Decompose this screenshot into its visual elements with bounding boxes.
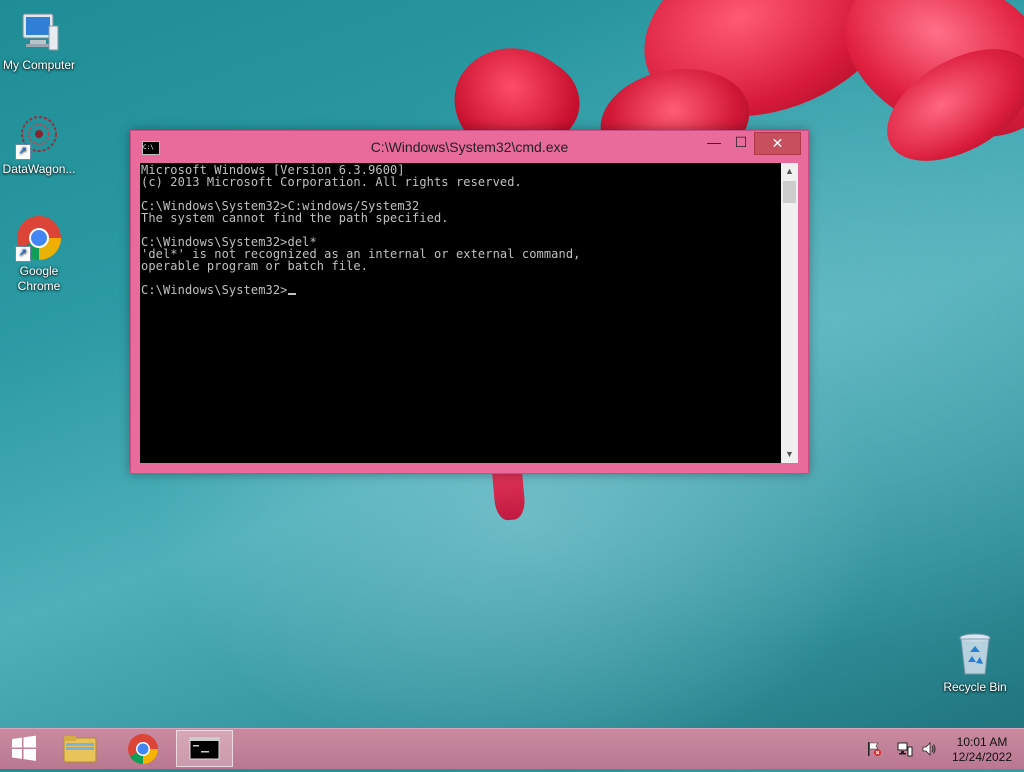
- maximize-button[interactable]: ☐: [728, 132, 754, 153]
- cmd-icon: [189, 737, 220, 760]
- wallpaper-flower-stem: [491, 466, 527, 522]
- taskbar-file-explorer[interactable]: [52, 730, 108, 767]
- taskbar: 10:01 AM 12/24/2022: [0, 728, 1024, 769]
- folder-icon: [63, 736, 97, 763]
- console-line: The system cannot find the path specifie…: [141, 211, 449, 225]
- close-button[interactable]: ✕: [754, 132, 801, 155]
- cmd-window[interactable]: C:\ C:\Windows\System32\cmd.exe — ☐ ✕ Mi…: [130, 130, 809, 474]
- desktop-icon-datawagon[interactable]: ↗ DataWagon...: [1, 112, 77, 177]
- desktop-icon-my-computer[interactable]: My Computer: [1, 8, 77, 73]
- network-icon[interactable]: [897, 741, 913, 757]
- desktop-icon-label: DataWagon...: [2, 162, 76, 176]
- windows-logo-icon: [12, 735, 36, 761]
- shortcut-arrow-icon: ↗: [15, 246, 31, 262]
- computer-icon: [15, 8, 63, 56]
- volume-icon[interactable]: [921, 741, 937, 757]
- text-cursor: [287, 293, 296, 295]
- minimize-button[interactable]: —: [701, 132, 727, 153]
- taskbar-clock[interactable]: 10:01 AM 12/24/2022: [944, 735, 1020, 765]
- scroll-down-arrow-icon[interactable]: ▼: [781, 446, 798, 463]
- recycle-bin-icon: [951, 630, 999, 678]
- desktop-icon-google-chrome[interactable]: ↗ Google Chrome: [1, 214, 77, 294]
- vertical-scrollbar[interactable]: ▲ ▼: [781, 163, 798, 463]
- taskbar-command-prompt[interactable]: [176, 730, 233, 767]
- start-button[interactable]: [0, 730, 48, 767]
- action-center-flag-icon[interactable]: [866, 741, 882, 757]
- console-line: C:\Windows\System32>: [141, 283, 288, 297]
- console-line: operable program or batch file.: [141, 259, 369, 273]
- clock-time: 10:01 AM: [956, 735, 1008, 749]
- clock-date: 12/24/2022: [951, 750, 1013, 764]
- console-output[interactable]: Microsoft Windows [Version 6.3.9600] (c)…: [140, 163, 781, 463]
- window-titlebar[interactable]: C:\ C:\Windows\System32\cmd.exe — ☐ ✕: [131, 131, 808, 163]
- taskbar-google-chrome[interactable]: [115, 730, 171, 767]
- desktop-icon-label: My Computer: [2, 58, 76, 72]
- scrollbar-thumb[interactable]: [783, 181, 796, 203]
- console-text: Microsoft Windows [Version 6.3.9600] (c)…: [140, 163, 781, 296]
- datawagon-icon: ↗: [15, 112, 63, 160]
- desktop-icon-recycle-bin[interactable]: Recycle Bin: [937, 630, 1013, 695]
- scroll-up-arrow-icon[interactable]: ▲: [781, 163, 798, 180]
- chrome-icon: [128, 734, 158, 764]
- desktop-icon-label: Recycle Bin: [943, 680, 1007, 694]
- shortcut-arrow-icon: ↗: [15, 144, 31, 160]
- desktop-icon-label: Google Chrome: [17, 264, 61, 293]
- chrome-icon: ↗: [15, 214, 63, 262]
- console-line: (c) 2013 Microsoft Corporation. All righ…: [141, 175, 522, 189]
